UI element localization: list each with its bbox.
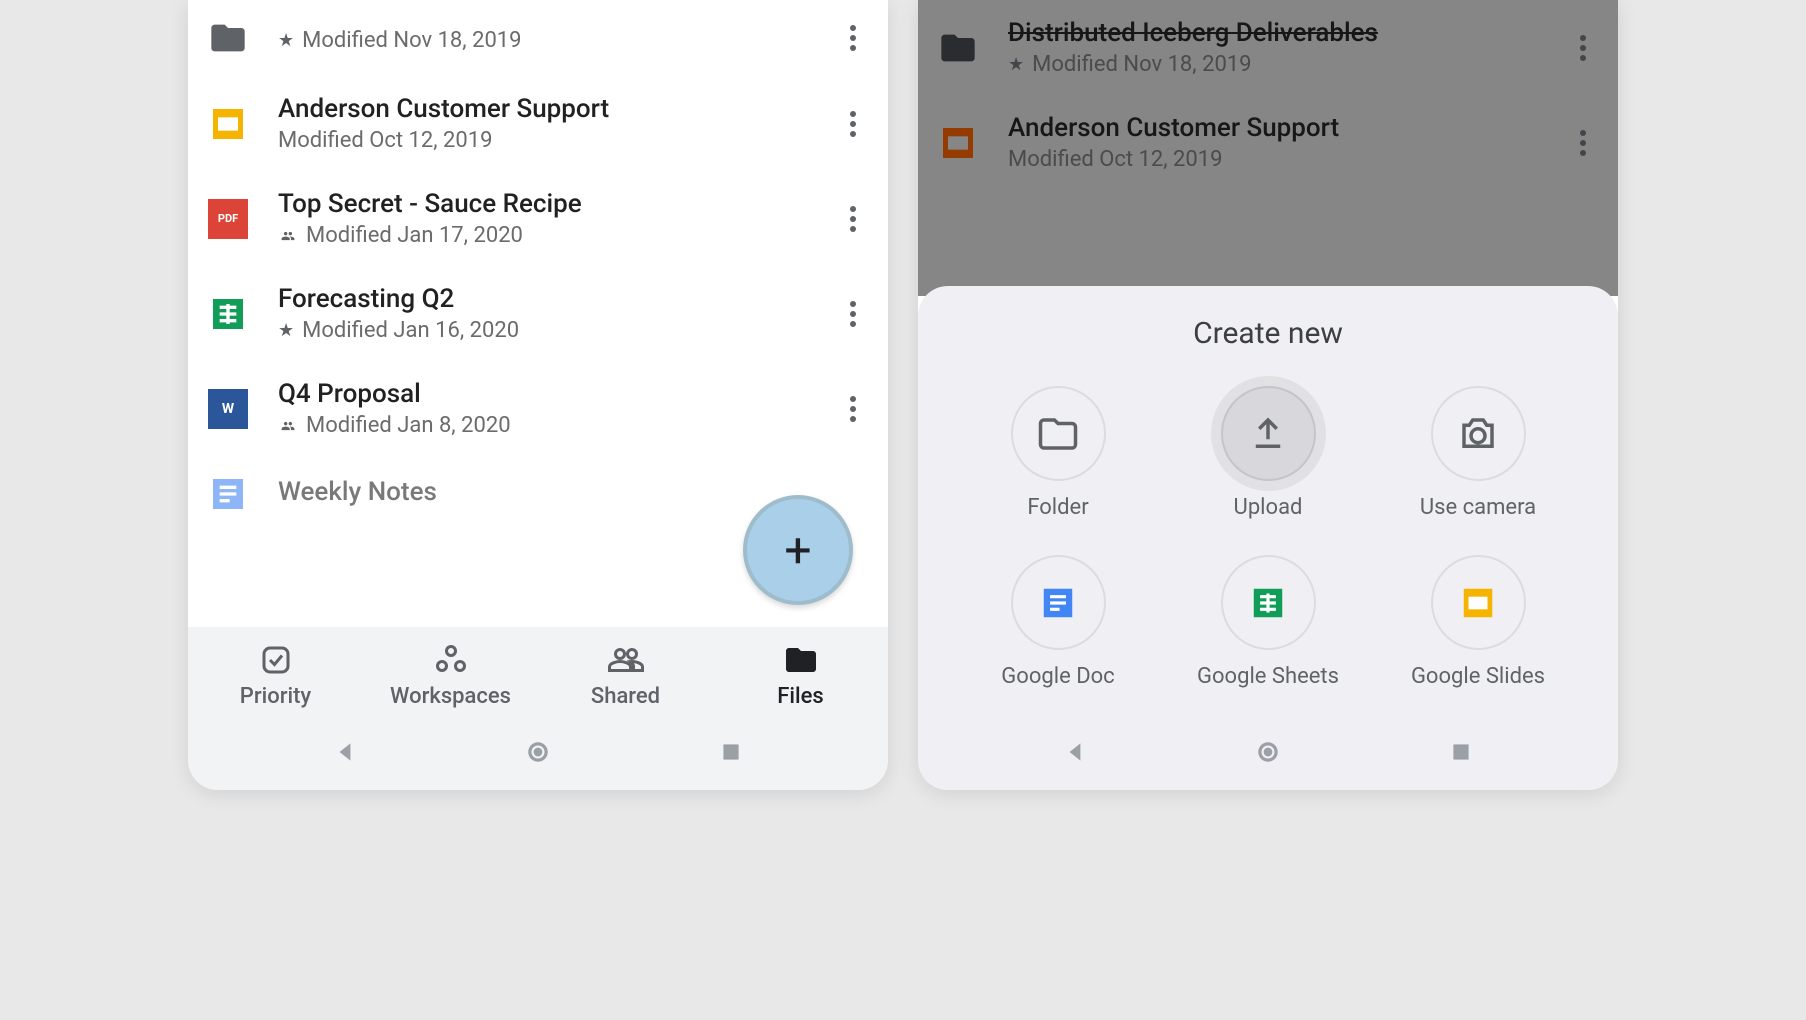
home-button[interactable]	[525, 739, 551, 765]
file-title: Anderson Customer Support	[1008, 113, 1538, 143]
upload-icon	[1221, 386, 1316, 481]
more-button[interactable]	[838, 396, 868, 422]
create-fab[interactable]: +	[743, 495, 853, 605]
shared-icon	[278, 419, 298, 433]
nav-files[interactable]: Files	[713, 642, 888, 709]
more-button	[1568, 130, 1598, 156]
sheet-label: Google Doc	[1001, 664, 1114, 689]
file-title: Forecasting Q2	[278, 284, 808, 314]
word-icon: W	[208, 389, 248, 429]
file-info: Distributed Iceberg Deliverables ★ Modif…	[1008, 18, 1538, 77]
nav-workspaces[interactable]: Workspaces	[363, 642, 538, 709]
slides-icon	[938, 123, 978, 163]
more-button[interactable]	[838, 301, 868, 327]
folder-outline-icon	[1011, 386, 1106, 481]
create-sheet: Create new Folder Upload Use camera	[918, 286, 1618, 719]
docs-icon	[208, 474, 248, 514]
file-title: Distributed Iceberg Deliverables	[1008, 18, 1538, 48]
file-info: Forecasting Q2 ★ Modified Jan 16, 2020	[278, 284, 808, 343]
more-button[interactable]	[838, 111, 868, 137]
file-meta: Modified Oct 12, 2019	[278, 128, 808, 153]
file-info: Q4 Proposal Modified Jan 8, 2020	[278, 379, 808, 438]
folder-icon	[208, 18, 248, 58]
file-row[interactable]: Forecasting Q2 ★ Modified Jan 16, 2020	[208, 266, 868, 361]
file-row[interactable]: PDF Top Secret - Sauce Recipe Modified J…	[208, 171, 868, 266]
bottom-nav: Priority Workspaces Shared Files	[188, 627, 888, 719]
overview-button[interactable]	[1448, 739, 1474, 765]
more-button[interactable]	[838, 25, 868, 51]
google-slides-icon	[1431, 555, 1526, 650]
create-slides[interactable]: Google Slides	[1378, 555, 1578, 689]
camera-icon	[1431, 386, 1526, 481]
file-meta: Modified Oct 12, 2019	[1008, 147, 1538, 172]
google-doc-icon	[1011, 555, 1106, 650]
nav-label: Files	[777, 684, 823, 709]
nav-label: Workspaces	[390, 684, 511, 709]
overview-button[interactable]	[718, 739, 744, 765]
file-meta: ★ Modified Jan 16, 2020	[278, 318, 808, 343]
star-icon: ★	[278, 30, 294, 51]
slides-icon	[208, 104, 248, 144]
shared-nav-icon	[608, 642, 644, 678]
file-title: Q4 Proposal	[278, 379, 808, 409]
priority-icon	[258, 642, 294, 678]
create-doc[interactable]: Google Doc	[958, 555, 1158, 689]
create-upload[interactable]: Upload	[1168, 386, 1368, 520]
file-row[interactable]: Anderson Customer Support Modified Oct 1…	[208, 76, 868, 171]
sheet-label: Upload	[1234, 495, 1303, 520]
files-nav-icon	[783, 642, 819, 678]
file-title: Top Secret - Sauce Recipe	[278, 189, 808, 219]
sheet-grid: Folder Upload Use camera Google Doc	[938, 386, 1598, 709]
file-info: ★ Modified Nov 18, 2019	[278, 24, 808, 53]
star-icon: ★	[278, 320, 294, 341]
create-camera[interactable]: Use camera	[1378, 386, 1578, 520]
shared-icon	[278, 229, 298, 243]
sheet-title: Create new	[938, 316, 1598, 351]
phone-right: Distributed Iceberg Deliverables ★ Modif…	[918, 0, 1618, 790]
file-meta: Modified Jan 8, 2020	[278, 413, 808, 438]
file-info: Top Secret - Sauce Recipe Modified Jan 1…	[278, 189, 808, 248]
file-list-dimmed: Distributed Iceberg Deliverables ★ Modif…	[918, 0, 1618, 296]
file-row: Anderson Customer Support Modified Oct 1…	[938, 95, 1598, 190]
sheets-icon	[208, 294, 248, 334]
star-icon: ★	[1008, 54, 1024, 75]
sheet-label: Google Slides	[1411, 664, 1545, 689]
system-nav	[188, 719, 888, 790]
pdf-icon: PDF	[208, 199, 248, 239]
back-button[interactable]	[332, 739, 358, 765]
back-button[interactable]	[1062, 739, 1088, 765]
file-info: Anderson Customer Support Modified Oct 1…	[1008, 113, 1538, 172]
home-button[interactable]	[1255, 739, 1281, 765]
nav-shared[interactable]: Shared	[538, 642, 713, 709]
file-meta: Modified Jan 17, 2020	[278, 223, 808, 248]
more-button	[1568, 35, 1598, 61]
nav-label: Shared	[591, 684, 660, 709]
sheet-label: Folder	[1027, 495, 1088, 520]
sheet-label: Use camera	[1420, 495, 1536, 520]
workspaces-icon	[433, 642, 469, 678]
file-info: Anderson Customer Support Modified Oct 1…	[278, 94, 808, 153]
file-row[interactable]: ★ Modified Nov 18, 2019	[208, 0, 868, 76]
create-folder[interactable]: Folder	[958, 386, 1158, 520]
phone-left: ★ Modified Nov 18, 2019 Anderson Custome…	[188, 0, 888, 790]
nav-priority[interactable]: Priority	[188, 642, 363, 709]
more-button[interactable]	[838, 206, 868, 232]
file-meta: ★ Modified Nov 18, 2019	[1008, 52, 1538, 77]
sheet-label: Google Sheets	[1197, 664, 1339, 689]
file-row[interactable]: W Q4 Proposal Modified Jan 8, 2020	[208, 361, 868, 456]
file-meta: ★ Modified Nov 18, 2019	[278, 28, 808, 53]
file-row: Distributed Iceberg Deliverables ★ Modif…	[938, 0, 1598, 95]
create-sheets[interactable]: Google Sheets	[1168, 555, 1368, 689]
nav-label: Priority	[240, 684, 311, 709]
file-title: Anderson Customer Support	[278, 94, 808, 124]
google-sheets-icon	[1221, 555, 1316, 650]
folder-icon	[938, 28, 978, 68]
system-nav	[918, 719, 1618, 790]
